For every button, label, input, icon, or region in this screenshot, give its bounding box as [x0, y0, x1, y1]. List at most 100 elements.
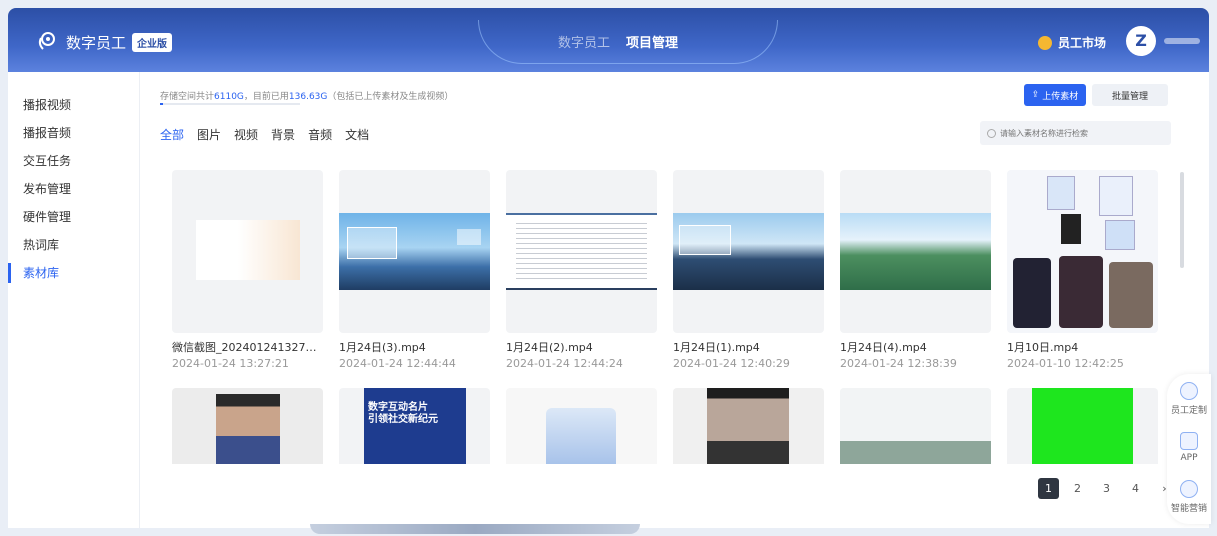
batch-manage-button[interactable]: 批量管理 — [1092, 84, 1168, 106]
top-tabs: 数字员工 项目管理 — [558, 32, 678, 51]
material-card[interactable]: 微信截图_20240124132703... 2024-01-24 13:27:… — [172, 170, 323, 370]
solar-panel-image — [673, 213, 824, 290]
upload-icon: ⇪ — [1031, 90, 1040, 100]
material-card[interactable]: 1月10日.mp4 2024-01-10 12:42:25 — [1007, 170, 1158, 370]
material-thumbnail[interactable] — [506, 170, 657, 333]
page-2[interactable]: 2 — [1067, 478, 1088, 499]
filter-video[interactable]: 视频 — [234, 126, 258, 143]
material-thumbnail[interactable]: 数字互动名片 引领社交新纪元 — [339, 388, 490, 464]
brand-logo-icon — [36, 30, 60, 54]
market-label: 员工市场 — [1058, 36, 1107, 50]
person-icon — [1180, 382, 1198, 400]
material-card[interactable]: 1月24日(2).mp4 2024-01-24 12:44:24 — [506, 170, 657, 370]
filter-tabs: 全部 图片 视频 背景 音频 文档 — [160, 126, 369, 143]
material-date: 2024-01-10 12:42:25 — [1007, 357, 1124, 370]
solar-field-image — [840, 213, 991, 290]
landscape-image — [840, 388, 991, 464]
brand-name: 数字员工 — [66, 33, 127, 52]
main-panel: 存储空间共计6110G，目前已用136.63G（包括已上传素材及生成视频） ⇪ … — [140, 72, 1209, 528]
storage-progress-fill — [160, 103, 164, 105]
page-4[interactable]: 4 — [1125, 478, 1146, 499]
storage-suffix: （包括已上传素材及生成视频） — [327, 92, 454, 102]
bottom-arc-decoration — [310, 524, 640, 534]
sidebar-item-broadcast-video[interactable]: 播报视频 — [8, 91, 139, 119]
poster-image: 数字互动名片 引领社交新纪元 — [364, 388, 466, 464]
smart-marketing-button[interactable]: 智能营销 — [1167, 480, 1211, 514]
document-image — [506, 213, 657, 290]
search-icon — [987, 128, 996, 138]
person-photo — [216, 394, 280, 464]
material-card[interactable] — [506, 388, 657, 464]
material-thumbnail[interactable] — [339, 170, 490, 333]
floating-tool-panel: 员工定制 APP 智能营销 — [1167, 374, 1211, 524]
page-3[interactable]: 3 — [1096, 478, 1117, 499]
app-label: APP — [1180, 453, 1198, 463]
sidebar-item-publish[interactable]: 发布管理 — [8, 175, 139, 203]
material-thumbnail[interactable] — [840, 170, 991, 333]
screenshot-image — [196, 220, 300, 280]
material-name: 1月24日(1).mp4 — [673, 341, 760, 354]
storage-used: 136.63G — [288, 92, 328, 102]
brand[interactable]: 数字员工 企业版 — [36, 30, 173, 54]
app-icon — [1180, 432, 1198, 450]
material-date: 2024-01-24 12:44:24 — [506, 357, 623, 370]
tab-digital-employee[interactable]: 数字员工 — [558, 32, 610, 51]
material-thumbnail[interactable] — [840, 388, 991, 464]
material-date: 2024-01-24 12:44:44 — [339, 357, 456, 370]
filter-audio[interactable]: 音频 — [308, 126, 332, 143]
material-date: 2024-01-24 12:38:39 — [840, 357, 957, 370]
avatar[interactable]: Z — [1126, 26, 1156, 56]
material-thumbnail[interactable] — [506, 388, 657, 464]
app-button[interactable]: APP — [1167, 432, 1211, 463]
material-card[interactable] — [172, 388, 323, 464]
filter-background[interactable]: 背景 — [271, 126, 295, 143]
filter-image[interactable]: 图片 — [197, 126, 221, 143]
upload-button[interactable]: ⇪ 上传素材 — [1024, 84, 1086, 106]
material-thumbnail[interactable] — [172, 170, 323, 333]
material-name: 微信截图_20240124132703... — [172, 341, 323, 354]
user-name-blurred[interactable] — [1164, 38, 1200, 44]
material-name: 1月24日(3).mp4 — [339, 341, 426, 354]
material-card[interactable]: 数字互动名片 引领社交新纪元 — [339, 388, 490, 464]
person-video-image — [707, 388, 789, 464]
material-date: 2024-01-24 13:27:21 — [172, 357, 289, 370]
sidebar: 播报视频 播报音频 交互任务 发布管理 硬件管理 热词库 素材库 — [8, 72, 140, 528]
material-card[interactable]: 1月24日(1).mp4 2024-01-24 12:40:29 — [673, 170, 824, 370]
sidebar-item-hardware[interactable]: 硬件管理 — [8, 203, 139, 231]
sidebar-item-broadcast-audio[interactable]: 播报音频 — [8, 119, 139, 147]
top-bar: 数字员工 企业版 数字员工 项目管理 员工市场 Z — [8, 8, 1209, 72]
page-1[interactable]: 1 — [1038, 478, 1059, 499]
sidebar-item-hotwords[interactable]: 热词库 — [8, 231, 139, 259]
material-card[interactable]: 1月24日(4).mp4 2024-01-24 12:38:39 — [840, 170, 991, 370]
phone-card-image — [546, 408, 616, 464]
material-thumbnail[interactable] — [673, 388, 824, 464]
smart-marketing-label: 智能营销 — [1170, 504, 1207, 514]
material-thumbnail[interactable] — [1007, 170, 1158, 333]
filter-document[interactable]: 文档 — [345, 126, 369, 143]
sidebar-item-interaction-task[interactable]: 交互任务 — [8, 147, 139, 175]
search-input[interactable] — [1000, 128, 1160, 138]
green-screen-image — [1032, 388, 1133, 464]
material-card[interactable]: 1月24日(3).mp4 2024-01-24 12:44:44 — [339, 170, 490, 370]
custom-employee-button[interactable]: 员工定制 — [1167, 382, 1211, 416]
scrollbar[interactable] — [1180, 172, 1184, 268]
search-box[interactable] — [980, 121, 1171, 145]
material-name: 1月10日.mp4 — [1007, 341, 1079, 354]
storage-prefix: 存储空间共计 — [160, 92, 215, 102]
material-date: 2024-01-24 12:40:29 — [673, 357, 790, 370]
material-card[interactable] — [840, 388, 991, 464]
tab-project-management[interactable]: 项目管理 — [626, 32, 678, 51]
material-card[interactable] — [673, 388, 824, 464]
material-thumbnail[interactable] — [172, 388, 323, 464]
storage-progress-bar — [160, 103, 300, 105]
material-card[interactable] — [1007, 388, 1158, 464]
material-name: 1月24日(4).mp4 — [840, 341, 927, 354]
material-thumbnail[interactable] — [1007, 388, 1158, 464]
upload-label: 上传素材 — [1042, 91, 1079, 102]
sidebar-item-materials[interactable]: 素材库 — [8, 259, 139, 287]
employee-market-button[interactable]: 员工市场 — [1038, 34, 1106, 51]
edition-badge: 企业版 — [132, 32, 173, 52]
filter-all[interactable]: 全部 — [160, 126, 184, 143]
market-icon — [1038, 35, 1052, 50]
material-thumbnail[interactable] — [673, 170, 824, 333]
